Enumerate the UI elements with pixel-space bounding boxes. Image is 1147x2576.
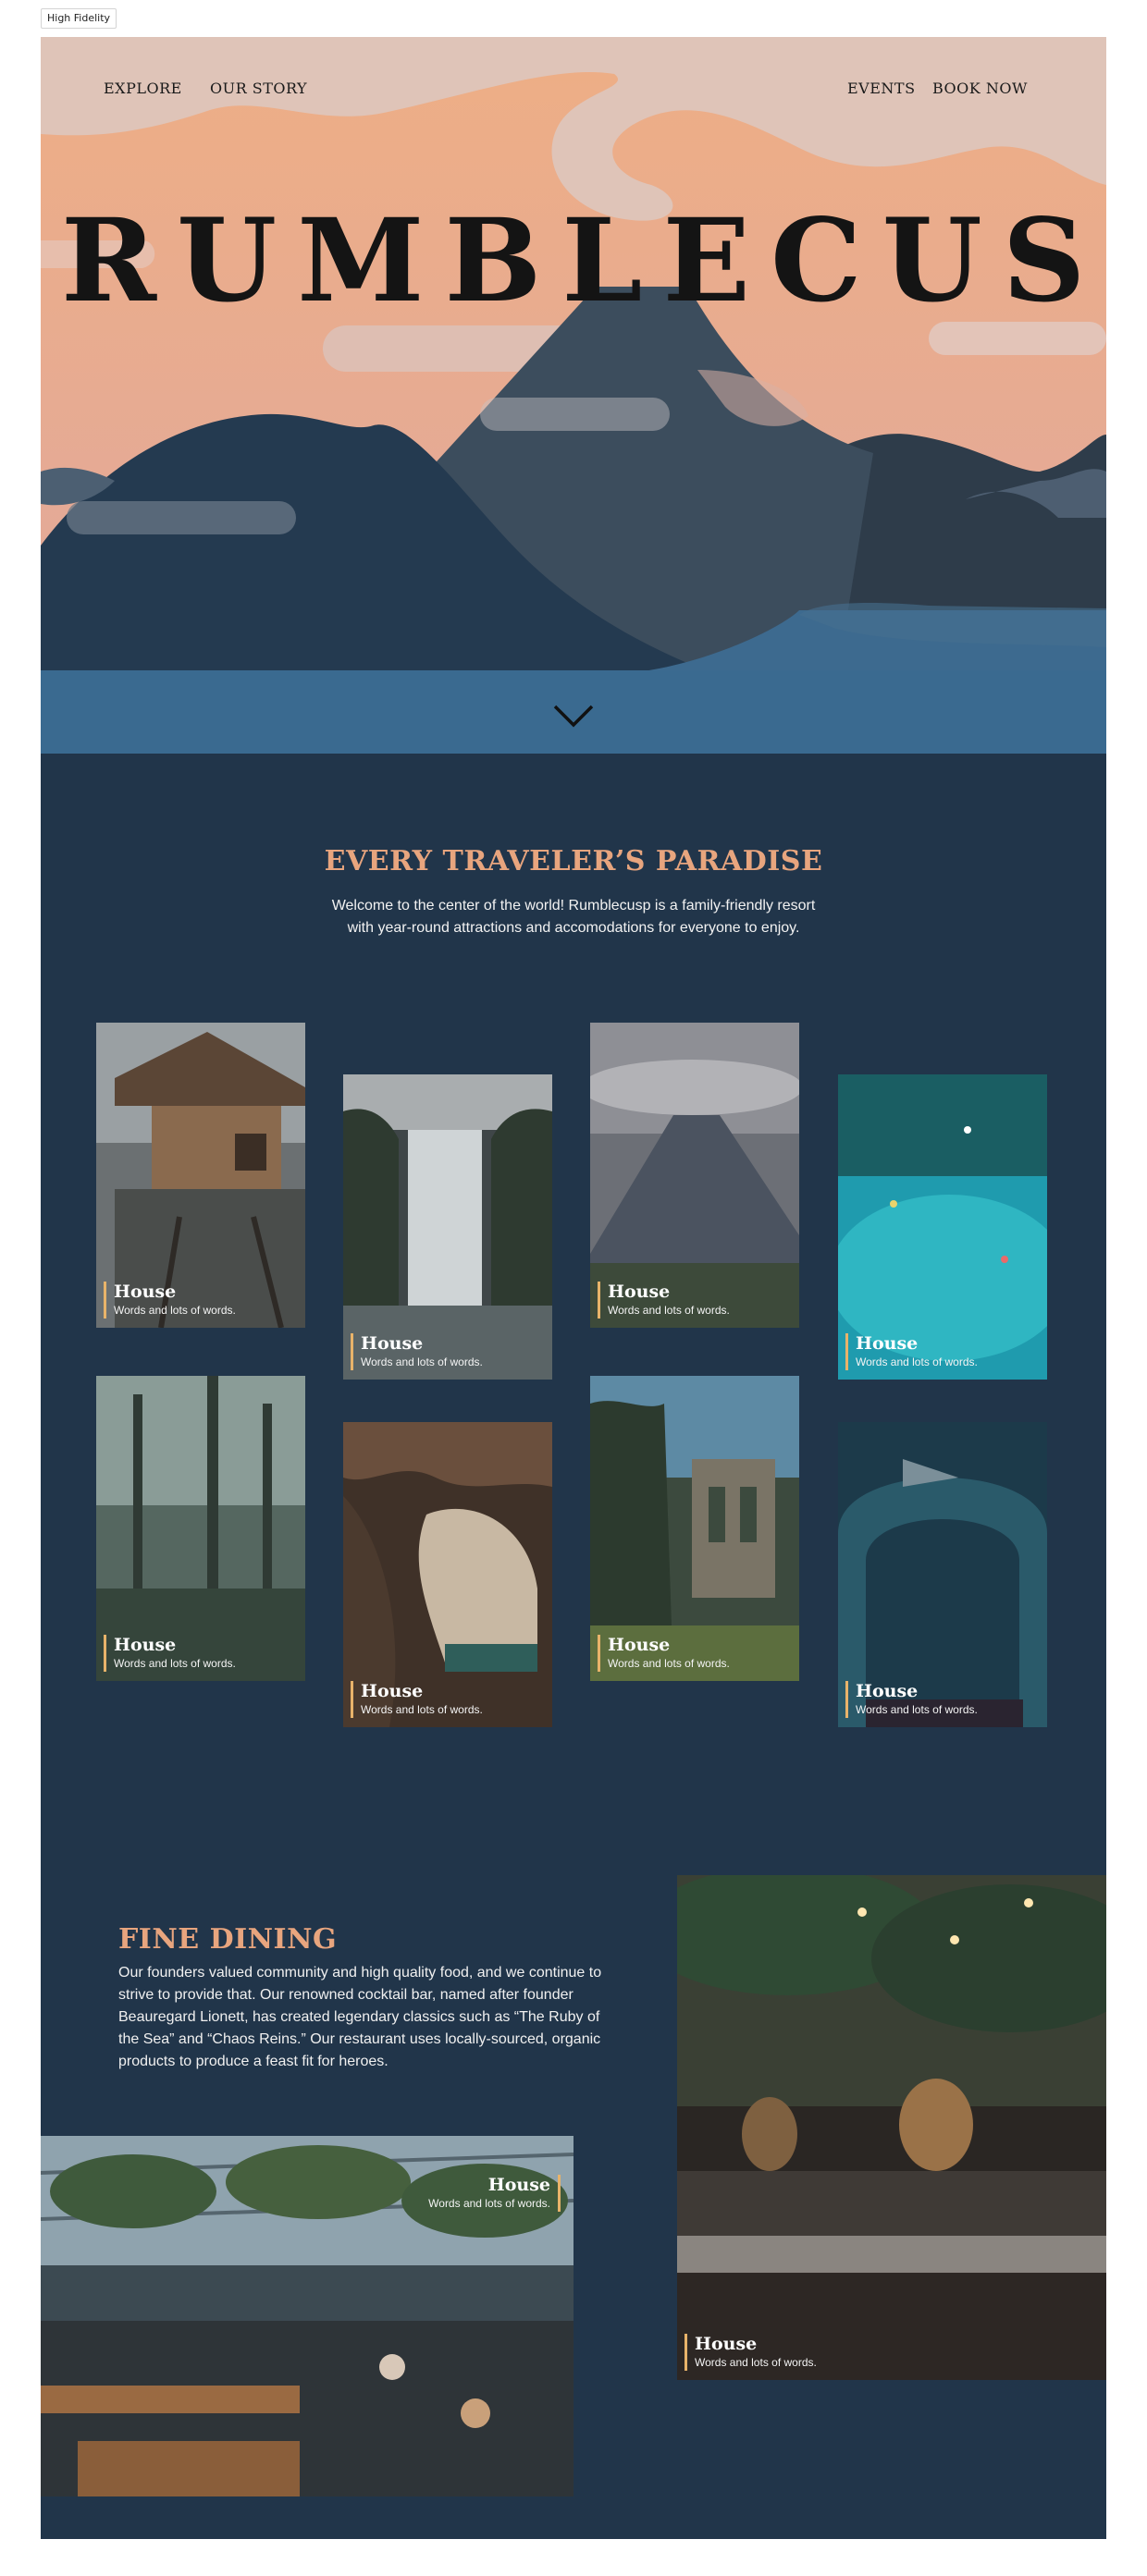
photo-text: Words and lots of words. — [428, 2197, 550, 2210]
card-text: Words and lots of words. — [856, 1355, 978, 1368]
photo-caption: House Words and lots of words. — [684, 2334, 817, 2371]
card-title: House — [361, 1681, 424, 1701]
hero: EXPLORE OUR STORY EVENTS BOOK NOW RUMBLE… — [41, 37, 1106, 754]
photo-caption: House Words and lots of words. — [428, 2175, 561, 2212]
nav-explore[interactable]: EXPLORE — [104, 80, 182, 97]
card-title: House — [856, 1681, 919, 1701]
card-text: Words and lots of words. — [114, 1657, 236, 1670]
card-aquarium[interactable]: House Words and lots of words. — [838, 1422, 1047, 1727]
card-text: Words and lots of words. — [114, 1304, 236, 1317]
card-title: House — [361, 1333, 424, 1354]
card-text: Words and lots of words. — [856, 1703, 978, 1716]
card-cave[interactable]: House Words and lots of words. — [343, 1422, 552, 1727]
card-lagoon[interactable]: House Words and lots of words. — [838, 1074, 1047, 1380]
card-caption: House Words and lots of words. — [104, 1635, 236, 1672]
card-caption: House Words and lots of words. — [104, 1282, 236, 1319]
card-title: House — [608, 1635, 671, 1655]
card-title: House — [114, 1635, 177, 1655]
nav-book-now[interactable]: BOOK NOW — [932, 80, 1028, 97]
card-text: Words and lots of words. — [608, 1304, 730, 1317]
card-volcano[interactable]: House Words and lots of words. — [590, 1023, 799, 1328]
card-forest[interactable]: House Words and lots of words. — [96, 1376, 305, 1681]
card-caption: House Words and lots of words. — [351, 1333, 483, 1370]
card-ruins[interactable]: House Words and lots of words. — [590, 1376, 799, 1681]
card-caption: House Words and lots of words. — [845, 1333, 978, 1370]
card-waterfall[interactable]: House Words and lots of words. — [343, 1074, 552, 1380]
card-treehouse[interactable]: House Words and lots of words. — [96, 1023, 305, 1328]
nav-our-story[interactable]: OUR STORY — [210, 80, 307, 97]
photo-greenhouse-restaurant[interactable]: House Words and lots of words. — [41, 2136, 574, 2496]
nav-events[interactable]: EVENTS — [847, 80, 916, 97]
card-text: Words and lots of words. — [361, 1703, 483, 1716]
card-caption: House Words and lots of words. — [845, 1681, 978, 1718]
card-text: Words and lots of words. — [608, 1657, 730, 1670]
bar-image — [677, 1875, 1106, 2380]
card-caption: House Words and lots of words. — [598, 1635, 730, 1672]
card-caption: House Words and lots of words. — [598, 1282, 730, 1319]
photo-text: Words and lots of words. — [695, 2356, 817, 2369]
card-title: House — [856, 1333, 919, 1354]
card-caption: House Words and lots of words. — [351, 1681, 483, 1718]
photo-title: House — [695, 2334, 758, 2354]
card-title: House — [608, 1282, 671, 1302]
intro-title: EVERY TRAVELER’S PARADISE — [324, 845, 823, 877]
hero-illustration — [41, 37, 1106, 754]
intro-text: Welcome to the center of the world! Rumb… — [331, 898, 816, 936]
hero-title: RUMBLECUSP — [61, 194, 1106, 328]
landing-page: EXPLORE OUR STORY EVENTS BOOK NOW RUMBLE… — [41, 37, 1106, 2539]
chevron-down-icon[interactable] — [551, 703, 596, 729]
card-title: House — [114, 1282, 177, 1302]
photo-bar[interactable]: House Words and lots of words. — [677, 1875, 1106, 2380]
photo-title: House — [487, 2175, 550, 2195]
frame-label: High Fidelity — [41, 8, 117, 29]
dining-title: FINE DINING — [118, 1923, 338, 1956]
card-text: Words and lots of words. — [361, 1355, 483, 1368]
dining-text: Our founders valued community and high q… — [118, 1965, 602, 2069]
